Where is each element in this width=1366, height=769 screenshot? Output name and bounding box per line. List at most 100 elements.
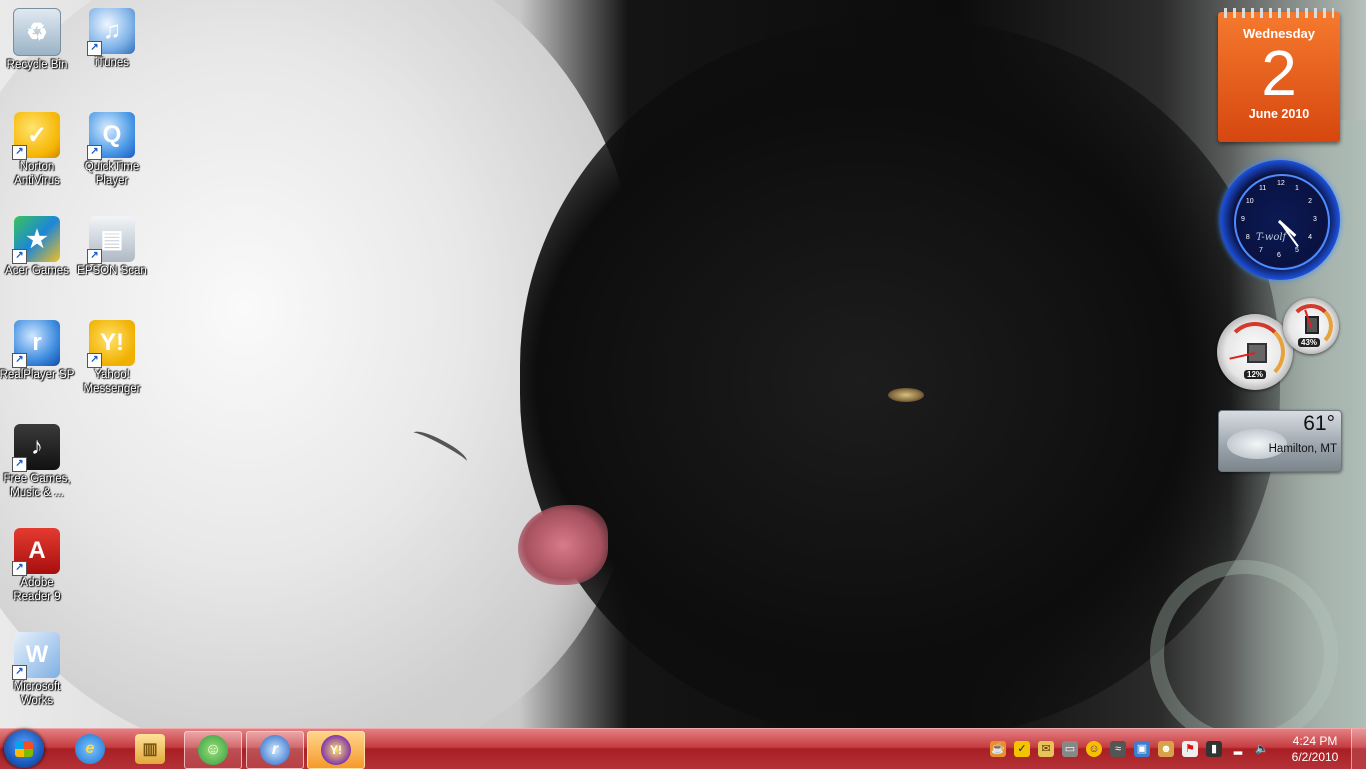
desktop-icon-itunes[interactable]: ♫ ↗ iTunes bbox=[74, 8, 150, 70]
calendar-rings bbox=[1224, 8, 1334, 18]
volume-icon[interactable]: 🔈 bbox=[1254, 741, 1270, 757]
clock-number: 7 bbox=[1259, 247, 1263, 255]
weather-gadget[interactable]: 61° Hamilton, MT bbox=[1218, 410, 1342, 472]
weather-temperature: 61° bbox=[1303, 412, 1335, 435]
desktop-icon-acer-games[interactable]: ★ ↗ Acer Games bbox=[0, 216, 75, 278]
windows-logo-icon bbox=[15, 741, 33, 757]
folder-icon: ▥ bbox=[135, 734, 165, 764]
shortcut-arrow-icon: ↗ bbox=[87, 145, 102, 160]
show-desktop-button[interactable] bbox=[1351, 729, 1366, 769]
action-center-flag-icon[interactable]: ⚑ bbox=[1182, 741, 1198, 757]
desktop-icon-yahoo-messenger[interactable]: Y! ↗ Yahoo! Messenger bbox=[74, 320, 150, 396]
microsoft-works-icon: W ↗ bbox=[12, 632, 60, 680]
desktop-icon-label: Yahoo! Messenger bbox=[83, 369, 141, 395]
adobe-reader-icon: A ↗ bbox=[12, 528, 60, 576]
clock-number: 1 bbox=[1295, 184, 1299, 192]
desktop-icon-quicktime[interactable]: Q ↗ QuickTime Player bbox=[74, 112, 150, 188]
norton-antivirus-icon: ✓ ↗ bbox=[12, 112, 60, 160]
clock-number: 10 bbox=[1245, 198, 1254, 205]
shortcut-arrow-icon: ↗ bbox=[87, 41, 102, 56]
desktop-icon-label: Recycle Bin bbox=[6, 59, 68, 71]
desktop-icon-norton-antivirus[interactable]: ✓ ↗ Norton AntiVirus bbox=[0, 112, 75, 188]
taskbar-windows-explorer[interactable]: ▥ bbox=[124, 731, 176, 767]
desktop-icon-free-games[interactable]: ♪ ↗ Free Games, Music & ... bbox=[0, 424, 75, 500]
desktop-icon-label: RealPlayer SP bbox=[0, 369, 75, 381]
cpu-percent: 12% bbox=[1244, 370, 1267, 379]
yahoo-messenger-icon: Y! bbox=[321, 735, 351, 765]
recycle-bin-icon: ♻ bbox=[13, 8, 61, 56]
calendar-gadget[interactable]: Wednesday 2 June 2010 bbox=[1218, 8, 1340, 142]
black-wolf-eye bbox=[888, 388, 924, 402]
desktop-icon-label: Free Games, Music & ... bbox=[3, 473, 71, 499]
devices-icon[interactable]: ▣ bbox=[1134, 741, 1150, 757]
clock-number: 8 bbox=[1245, 234, 1250, 241]
realplayer-icon: r ↗ bbox=[12, 320, 60, 368]
acer-games-icon: ★ ↗ bbox=[12, 216, 60, 264]
desktop-icon-label: iTunes bbox=[94, 57, 130, 69]
internet-explorer-icon: e bbox=[75, 734, 105, 764]
desktop-icon-epson-scan[interactable]: ▤ ↗ EPSON Scan bbox=[74, 216, 150, 278]
itunes-icon: ♫ ↗ bbox=[87, 8, 135, 56]
taskbar-realplayer[interactable]: r bbox=[246, 731, 304, 769]
clock-number: 12 bbox=[1277, 180, 1285, 187]
shortcut-arrow-icon: ↗ bbox=[12, 561, 27, 576]
desktop-icon-label: Adobe Reader 9 bbox=[13, 577, 61, 603]
display-icon[interactable]: ▭ bbox=[1062, 741, 1078, 757]
desktop-wallpaper[interactable] bbox=[0, 0, 1366, 728]
taskbar-windows-live-messenger[interactable]: ☺ bbox=[184, 731, 242, 769]
clock-brand: T-wolf bbox=[1256, 232, 1287, 243]
shortcut-arrow-icon: ↗ bbox=[12, 249, 27, 264]
yahoo-icon[interactable]: ☺ bbox=[1086, 741, 1102, 757]
taskbar-time: 4:24 PM bbox=[1292, 734, 1338, 748]
desktop-icon-recycle-bin[interactable]: ♻ Recycle Bin bbox=[0, 8, 75, 72]
memory-percent: 43% bbox=[1298, 338, 1321, 347]
epson-scan-icon: ▤ ↗ bbox=[87, 216, 135, 264]
clock-number: 3 bbox=[1313, 216, 1317, 223]
clock-number: 5 bbox=[1295, 247, 1299, 255]
cpu-gauge: 12% bbox=[1217, 314, 1293, 390]
clock-number: 9 bbox=[1241, 216, 1245, 223]
desktop-icon-label: Acer Games bbox=[5, 265, 69, 277]
memory-gauge: 43% bbox=[1283, 298, 1339, 354]
shortcut-arrow-icon: ↗ bbox=[12, 457, 27, 472]
shortcut-arrow-icon: ↗ bbox=[87, 353, 102, 368]
calendar-day: 2 bbox=[1261, 37, 1297, 109]
taskbar-date: 6/2/2010 bbox=[1291, 750, 1339, 764]
desktop-icon-adobe-reader[interactable]: A ↗ Adobe Reader 9 bbox=[0, 528, 75, 604]
start-button[interactable] bbox=[4, 730, 44, 768]
free-games-icon: ♪ ↗ bbox=[12, 424, 60, 472]
messenger-icon: ☺ bbox=[198, 735, 228, 765]
taskbar-yahoo-messenger[interactable]: Y! bbox=[307, 731, 365, 769]
clock-number: 11 bbox=[1259, 184, 1267, 192]
desktop-icon-label: EPSON Scan bbox=[77, 265, 147, 277]
user-icon[interactable]: ☻ bbox=[1158, 741, 1174, 757]
taskbar-internet-explorer[interactable]: e bbox=[64, 731, 116, 767]
desktop-icon-label: Microsoft Works bbox=[13, 681, 61, 707]
taskbar: e ▥ ☺ r Y! ☕ ✓ ✉ ▭ ☺ ≈ ▣ ☻ ⚑ ▮ ▂ 🔈 4:24 … bbox=[0, 728, 1366, 769]
realplayer-icon: r bbox=[260, 735, 290, 765]
shortcut-arrow-icon: ↗ bbox=[87, 249, 102, 264]
network-signal-icon[interactable]: ▂ bbox=[1230, 741, 1246, 757]
desktop-icon-realplayer[interactable]: r ↗ RealPlayer SP bbox=[0, 320, 75, 382]
weather-location: Hamilton, MT bbox=[1268, 443, 1337, 455]
calendar-month: June 2010 bbox=[1248, 107, 1310, 121]
clock-number: 4 bbox=[1308, 234, 1313, 241]
notification-area: ☕ ✓ ✉ ▭ ☺ ≈ ▣ ☻ ⚑ ▮ ▂ 🔈 bbox=[990, 729, 1280, 769]
mail-icon[interactable]: ✉ bbox=[1038, 741, 1054, 757]
cpu-meter-gadget[interactable]: 12% 43% bbox=[1217, 298, 1341, 392]
norton-icon[interactable]: ✓ bbox=[1014, 741, 1030, 757]
wireless-icon[interactable]: ≈ bbox=[1110, 741, 1126, 757]
power-icon[interactable]: ▮ bbox=[1206, 741, 1222, 757]
java-icon[interactable]: ☕ bbox=[990, 741, 1006, 757]
taskbar-clock[interactable]: 4:24 PM 6/2/2010 bbox=[1282, 733, 1348, 765]
clock-number: 2 bbox=[1308, 198, 1313, 205]
shortcut-arrow-icon: ↗ bbox=[12, 665, 27, 680]
desktop-icon-microsoft-works[interactable]: W ↗ Microsoft Works bbox=[0, 632, 75, 708]
shortcut-arrow-icon: ↗ bbox=[12, 145, 27, 160]
clock-number: 6 bbox=[1277, 252, 1281, 259]
shortcut-arrow-icon: ↗ bbox=[12, 353, 27, 368]
desktop-icon-label: QuickTime Player bbox=[84, 161, 140, 187]
desktop-icon-label: Norton AntiVirus bbox=[14, 161, 60, 187]
white-wolf-tongue bbox=[518, 505, 608, 585]
clock-gadget[interactable]: 12 1 2 3 4 5 6 7 8 9 10 11 T-wolf bbox=[1220, 160, 1340, 280]
